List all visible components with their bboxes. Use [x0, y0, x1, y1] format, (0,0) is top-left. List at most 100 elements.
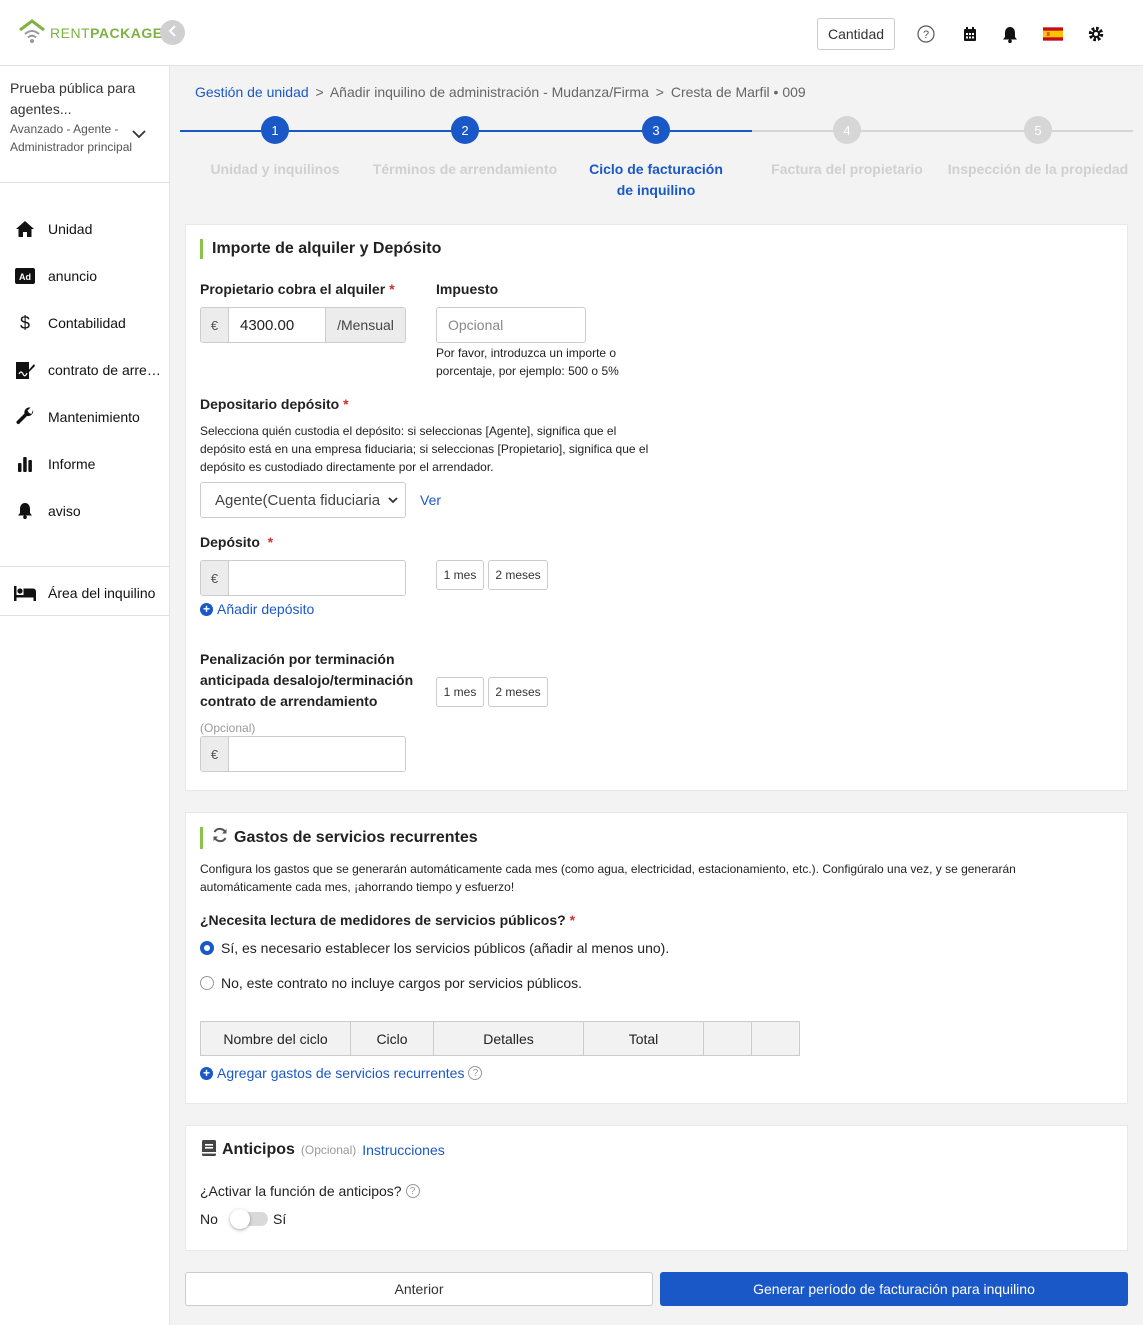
- rent-amount-value[interactable]: 4300.00: [229, 308, 325, 342]
- step-2: 2 Términos de arrendamiento: [370, 116, 560, 180]
- rent-period-suffix: /Mensual: [325, 308, 405, 342]
- svg-text:?: ?: [923, 29, 929, 41]
- cantidad-button[interactable]: Cantidad: [817, 18, 895, 50]
- step-label: Ciclo de facturación de inquilino: [589, 161, 723, 198]
- sidebar-item-label: anuncio: [48, 267, 98, 284]
- dollar-icon: $: [0, 313, 48, 333]
- sidebar-item-aviso[interactable]: aviso: [0, 487, 170, 534]
- card-title: Anticipos (Opcional) Instrucciones: [202, 1140, 445, 1159]
- breadcrumb-middle: Añadir inquilino de administración - Mud…: [329, 84, 649, 100]
- step-4: 4 Factura del propietario: [752, 116, 942, 180]
- depositary-label: Depositario depósito *: [200, 396, 349, 412]
- divider: [0, 615, 170, 616]
- home-icon: [0, 220, 48, 238]
- bell-icon[interactable]: [1000, 24, 1020, 44]
- sidebar-item-contabilidad[interactable]: $ Contabilidad: [0, 299, 170, 346]
- breadcrumb-current: Cresta de Marfil • 009: [670, 84, 806, 100]
- instructions-link[interactable]: Instrucciones: [362, 1142, 444, 1158]
- help-icon[interactable]: ?: [916, 24, 936, 44]
- deposit-one-month-button[interactable]: 1 mes: [436, 560, 484, 590]
- sidebar: Prueba pública para agentes... Avanzado …: [0, 66, 170, 1325]
- utilities-table: Nombre del ciclo Ciclo Detalles Total: [200, 1021, 800, 1056]
- wrench-icon: [0, 406, 48, 427]
- radio-selected[interactable]: [200, 941, 214, 955]
- currency-prefix: €: [201, 737, 229, 771]
- help-icon[interactable]: ?: [405, 1184, 420, 1198]
- add-deposit-label: Añadir depósito: [217, 601, 315, 617]
- card-title: Gastos de servicios recurrentes: [200, 827, 478, 849]
- add-deposit-link[interactable]: + Añadir depósito: [200, 601, 314, 617]
- add-recurring-utility-link[interactable]: + Agregar gastos de servicios recurrente…: [200, 1065, 483, 1081]
- help-icon[interactable]: ?: [468, 1066, 483, 1080]
- deposit-two-months-button[interactable]: 2 meses: [488, 560, 548, 590]
- sidebar-item-mantenimiento[interactable]: Mantenimiento: [0, 393, 170, 440]
- card-title-text: Gastos de servicios recurrentes: [234, 829, 478, 846]
- rent-amount-input[interactable]: € 4300.00 /Mensual: [200, 307, 406, 343]
- deposit-amount-input[interactable]: €: [200, 560, 406, 596]
- step-label: Unidad y inquilinos: [210, 161, 340, 177]
- sidebar-item-anuncio[interactable]: Ad anuncio: [0, 252, 170, 299]
- advance-toggle[interactable]: [230, 1209, 268, 1229]
- top-header: RENTPACKAGE Cantidad ?: [0, 0, 1143, 66]
- utilities-description: Configura los gastos que se generarán au…: [200, 862, 1016, 894]
- sidebar-item-label: aviso: [48, 502, 81, 519]
- svg-text:Ad: Ad: [19, 272, 31, 282]
- penalty-amount-value[interactable]: [229, 737, 405, 771]
- breadcrumb-root-link[interactable]: Gestión de unidad: [195, 84, 309, 100]
- owner-rent-label: Propietario cobra el alquiler *: [200, 281, 395, 297]
- toggle-no-label: No: [200, 1211, 218, 1227]
- ad-icon: Ad: [0, 267, 48, 284]
- org-switcher[interactable]: Prueba pública para agentes... Avanzado …: [10, 78, 160, 156]
- stepper: 1 Unidad y inquilinos 2 Términos de arre…: [180, 116, 1133, 200]
- card-title-text: Anticipos: [222, 1140, 295, 1158]
- collapse-sidebar-button[interactable]: [160, 20, 185, 45]
- chart-icon: [0, 456, 48, 472]
- meter-option-yes[interactable]: Sí, es necesario establecer los servicio…: [200, 940, 669, 956]
- previous-button[interactable]: Anterior: [185, 1272, 653, 1306]
- ledger-icon: [202, 1140, 216, 1159]
- sidebar-item-label: Mantenimiento: [48, 408, 140, 425]
- depositary-select[interactable]: Agente(Cuenta fiduciaria: [200, 482, 406, 518]
- penalty-one-month-button[interactable]: 1 mes: [436, 677, 484, 707]
- depositary-selected-value: Agente(Cuenta fiduciaria: [215, 491, 381, 509]
- toggle-knob: [230, 1209, 250, 1229]
- step-3: 3 Ciclo de facturación de inquilino: [561, 116, 751, 201]
- calendar-icon[interactable]: [960, 24, 980, 44]
- deposit-label: Depósito *: [200, 534, 274, 550]
- chevron-down-icon[interactable]: [132, 126, 146, 142]
- card-title: Importe de alquiler y Depósito: [200, 239, 441, 259]
- chevron-left-icon: [168, 24, 178, 42]
- meter-question: ¿Necesita lectura de medidores de servic…: [200, 912, 576, 928]
- spain-flag-icon[interactable]: [1043, 24, 1063, 44]
- gear-icon[interactable]: [1086, 24, 1106, 44]
- breadcrumb-separator: >: [315, 84, 324, 100]
- sidebar-item-label: Informe: [48, 455, 96, 472]
- svg-text:$: $: [20, 313, 30, 333]
- recurring-utilities-card: Gastos de servicios recurrentes Configur…: [185, 812, 1128, 1104]
- org-name: Prueba pública para agentes...: [10, 80, 136, 117]
- sidebar-item-area-inquilino[interactable]: Área del inquilino: [0, 569, 170, 616]
- logo-text: RENTPACKAGE: [50, 24, 163, 41]
- step-number: 2: [451, 116, 479, 144]
- meter-option-no[interactable]: No, este contrato no incluye cargos por …: [200, 975, 582, 991]
- step-5: 5 Inspección de la propiedad: [943, 116, 1133, 180]
- depositary-hint: Selecciona quién custodia el depósito: s…: [200, 424, 649, 474]
- advance-question-text: ¿Activar la función de anticipos?: [200, 1183, 402, 1199]
- step-number: 1: [261, 116, 289, 144]
- sidebar-item-contrato[interactable]: contrato de arrendamiento: [0, 346, 170, 393]
- radio-unselected[interactable]: [200, 976, 214, 990]
- penalty-two-months-button[interactable]: 2 meses: [488, 677, 548, 707]
- sidebar-item-unidad[interactable]: Unidad: [0, 205, 170, 252]
- tax-input[interactable]: Opcional: [436, 307, 586, 343]
- advance-question: ¿Activar la función de anticipos? ?: [200, 1183, 420, 1199]
- currency-prefix: €: [201, 561, 229, 595]
- view-depositary-link[interactable]: Ver: [420, 492, 441, 508]
- plus-circle-icon: +: [200, 1066, 213, 1080]
- sidebar-item-informe[interactable]: Informe: [0, 440, 170, 487]
- generate-billing-button[interactable]: Generar período de facturación para inqu…: [660, 1272, 1128, 1306]
- divider: [0, 182, 170, 183]
- deposit-amount-value[interactable]: [229, 561, 405, 595]
- bell-icon: [0, 502, 48, 519]
- penalty-amount-input[interactable]: €: [200, 736, 406, 772]
- logo[interactable]: RENTPACKAGE: [18, 18, 163, 47]
